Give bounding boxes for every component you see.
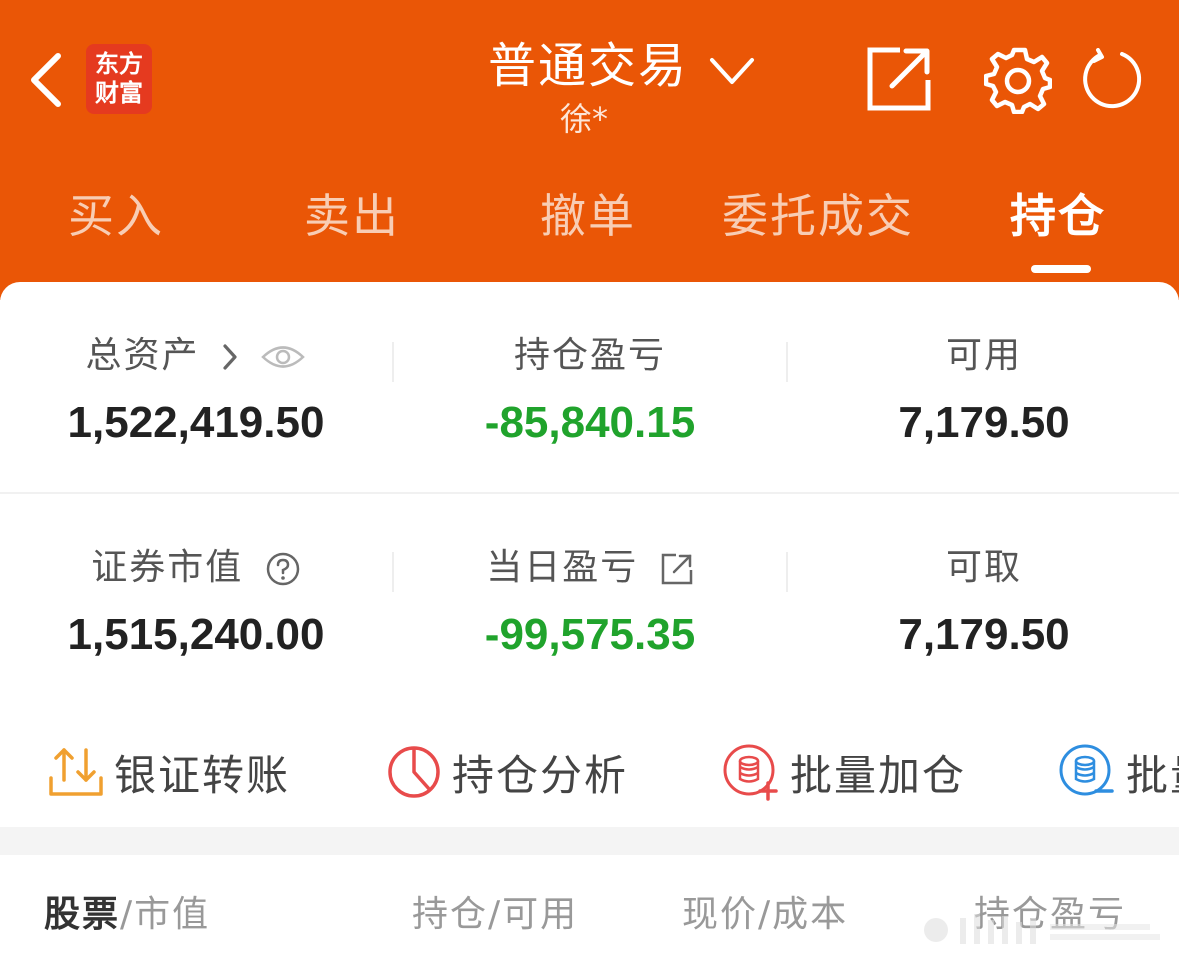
trade-tabs: 买入 卖出 撤单 委托成交 持仓	[0, 180, 1179, 250]
tab-orders[interactable]: 委托成交	[722, 180, 914, 246]
account-holder-name: 徐*	[560, 100, 609, 138]
total-assets-label: 总资产	[0, 326, 392, 378]
back-icon	[31, 53, 61, 107]
help-icon[interactable]	[265, 551, 301, 587]
position-analysis-label: 持仓分析	[452, 750, 629, 800]
transfer-icon	[49, 748, 103, 796]
bank-transfer-label: 银证转账	[114, 750, 291, 800]
tab-positions[interactable]: 持仓	[1010, 180, 1106, 246]
gear-icon[interactable]	[984, 46, 1052, 114]
col-stock-market-value[interactable]: 股票/市值	[44, 885, 210, 937]
eye-icon[interactable]	[260, 342, 306, 372]
account-type-selector[interactable]: 普通交易 徐*	[470, 22, 770, 142]
position-pnl-cell: 持仓盈亏 -85,840.15	[394, 326, 786, 448]
batch-reduce-button[interactable]: 批量	[1058, 732, 1179, 812]
available-label: 可用	[945, 335, 1022, 376]
eastmoney-logo: 东方 财富	[86, 44, 152, 114]
chevron-right-icon	[223, 344, 237, 370]
today-pnl-value: -99,575.35	[484, 610, 696, 659]
today-pnl-label: 当日盈亏	[394, 538, 786, 590]
batch-add-icon	[723, 744, 778, 801]
account-summary-card: 总资产 1,522,419.50 持仓盈亏 -85,840.15 可用 7,17…	[0, 282, 1179, 827]
batch-add-button[interactable]: 批量加仓	[722, 732, 966, 812]
position-pnl-label: 持仓盈亏	[513, 335, 666, 376]
watermark-overlay	[924, 914, 1160, 944]
batch-add-label: 批量加仓	[790, 750, 967, 800]
total-assets-value: 1,522,419.50	[67, 398, 325, 447]
section-gap	[0, 827, 1179, 855]
tab-cancel[interactable]: 撤单	[540, 180, 636, 246]
row-divider	[0, 492, 1179, 494]
tab-sell[interactable]: 卖出	[304, 180, 400, 246]
batch-reduce-icon	[1059, 744, 1114, 796]
pie-chart-icon	[388, 746, 440, 798]
withdrawable-value: 7,179.50	[898, 610, 1070, 659]
withdrawable-label: 可取	[945, 547, 1022, 588]
market-value-value: 1,515,240.00	[67, 610, 325, 659]
total-assets-cell[interactable]: 总资产 1,522,419.50	[0, 326, 392, 448]
external-link-icon[interactable]	[660, 552, 694, 586]
available-value: 7,179.50	[898, 398, 1070, 447]
position-pnl-value: -85,840.15	[484, 398, 696, 447]
app-header: 东方 财富 普通交易 徐* 买入 卖出 撤单 委托成交 持仓	[0, 0, 1179, 300]
back-button[interactable]	[28, 48, 72, 112]
col-price-cost[interactable]: 现价/成本	[682, 885, 848, 937]
logo-line1: 东方	[95, 50, 143, 78]
withdrawable-cell: 可取 7,179.50	[788, 538, 1179, 660]
market-value-cell: 证券市值 1,515,240.00	[0, 538, 392, 660]
refresh-icon[interactable]	[1082, 48, 1144, 110]
market-value-label: 证券市值	[0, 538, 392, 590]
tab-buy[interactable]: 买入	[68, 180, 164, 246]
logo-line2: 财富	[95, 79, 143, 107]
chevron-down-icon	[710, 58, 754, 84]
page-title: 普通交易	[488, 38, 689, 94]
batch-reduce-label: 批量	[1126, 750, 1179, 800]
quick-actions: 银证转账 持仓分析 批量加仓 批	[0, 732, 1179, 822]
today-pnl-cell[interactable]: 当日盈亏 -99,575.35	[394, 538, 786, 660]
available-cell: 可用 7,179.50	[788, 326, 1179, 448]
active-tab-indicator	[1031, 265, 1091, 273]
bank-transfer-button[interactable]: 银证转账	[48, 732, 290, 812]
share-icon[interactable]	[866, 46, 932, 112]
col-position-available[interactable]: 持仓/可用	[412, 885, 578, 937]
position-analysis-button[interactable]: 持仓分析	[386, 732, 628, 812]
